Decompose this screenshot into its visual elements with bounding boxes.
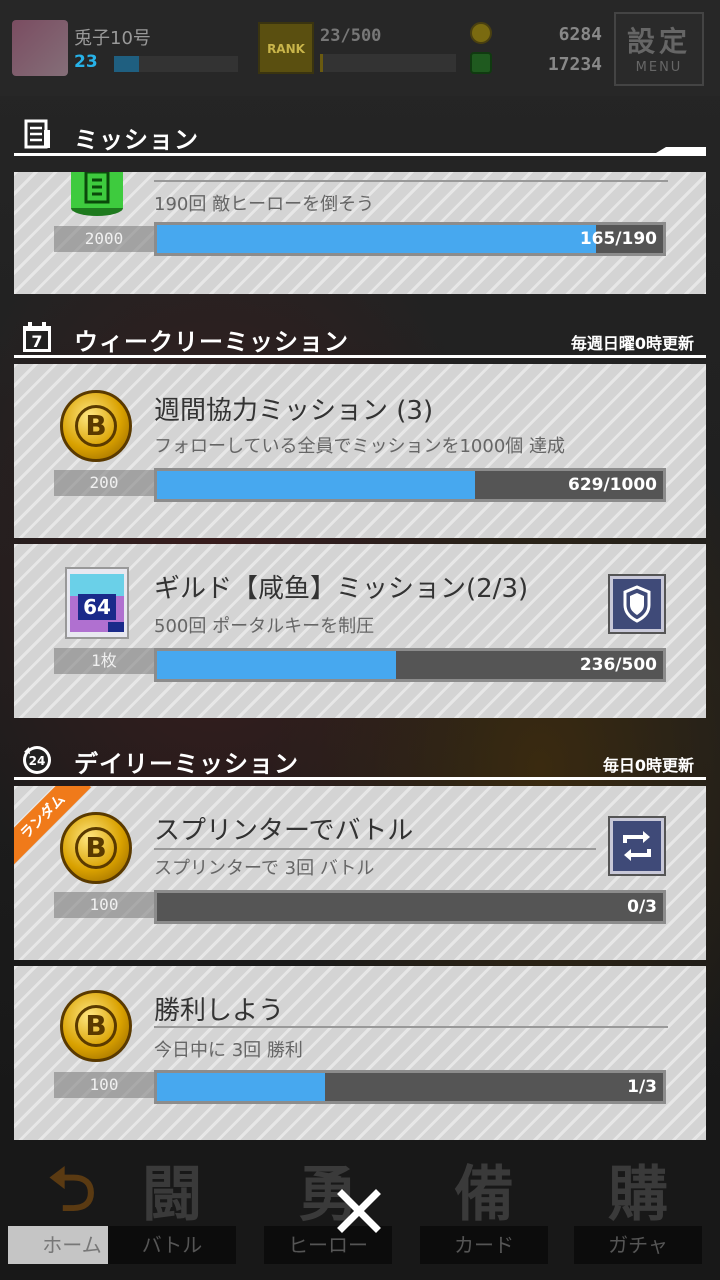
mission-desc: フォローしている全員でミッションを1000個 達成 (154, 436, 565, 457)
progress-fill (157, 471, 476, 499)
mission-title: 週間協力ミッション (3) (154, 396, 434, 426)
progress-text: 0/3 (627, 897, 657, 917)
player-name: 兎子10号 (74, 28, 151, 49)
shield-icon (623, 585, 651, 623)
mission-desc: 今日中に 3回 勝利 (154, 1040, 303, 1061)
gold-coin-icon: B (60, 812, 132, 884)
divider (14, 153, 706, 156)
weekly-header: 7 ウィークリーミッション 毎週日曜0時更新 (14, 314, 706, 358)
mission-card-guild[interactable]: 64 1枚 ギルド【咸鱼】ミッション(2/3) 500回 ポータルキーを制圧 2… (14, 544, 706, 718)
rank-badge: RANK (258, 22, 314, 74)
divider (14, 777, 706, 780)
guild-shield-button[interactable] (608, 574, 666, 634)
rank-value: 23/500 (320, 26, 382, 46)
daily-title: デイリーミッション (74, 750, 299, 778)
progress-fill (157, 651, 396, 679)
reward-amount: 100 (54, 1072, 154, 1098)
refresh-mission-button[interactable] (608, 816, 666, 876)
progress-bar: 629/1000 (154, 468, 666, 502)
weekly-update-note: 毎週日曜0時更新 (570, 334, 694, 353)
progress-text: 236/500 (579, 655, 657, 675)
gem-count: 17234 (547, 54, 602, 75)
nav-card[interactable]: 備 カード (412, 1140, 556, 1280)
reward-amount: 2000 (54, 226, 154, 252)
nav-label: バトル (108, 1226, 236, 1264)
rank-bar (320, 54, 456, 72)
settings-menu-button[interactable]: 設定 MENU (614, 12, 704, 86)
svg-text:24: 24 (29, 754, 46, 768)
title-underline (154, 1026, 668, 1028)
nav-label: ガチャ (574, 1226, 702, 1264)
document-icon (24, 119, 50, 149)
gacha-icon: 購 (608, 1160, 668, 1230)
mission-desc: 190回 敵ヒーローを倒そう (154, 194, 375, 215)
daily-update-note: 毎日0時更新 (602, 756, 694, 775)
green-token-icon (71, 172, 123, 216)
coin-count: 6284 (558, 24, 602, 45)
clock-24-icon: 24 (23, 746, 51, 774)
title-underline (154, 180, 668, 182)
player-level: 23 (74, 52, 98, 72)
menu-label: MENU (635, 60, 683, 75)
progress-fill (157, 1073, 326, 1101)
progress-text: 1/3 (627, 1077, 657, 1097)
xp-bar (114, 56, 238, 72)
divider (14, 355, 706, 358)
rank-bar-fill (320, 54, 323, 72)
settings-kanji: 設定 (626, 25, 691, 58)
progress-fill (157, 225, 597, 253)
mission-title: 勝利しよう (154, 996, 285, 1026)
mission-desc: 500回 ポータルキーを制圧 (154, 616, 375, 637)
refresh-icon (623, 831, 651, 861)
progress-text: 165/190 (579, 229, 657, 249)
gold-coin-icon: B (60, 390, 132, 462)
mission-card-hero-defeat[interactable]: 190回 敵ヒーローを倒そう 2000 165/190 (14, 172, 706, 294)
daily-header: 24 デイリーミッション 毎日0時更新 (14, 736, 706, 780)
battle-icon: 闘 (142, 1160, 202, 1230)
reward-amount: 100 (54, 892, 154, 918)
coin-icon (470, 22, 492, 44)
progress-bar: 165/190 (154, 222, 666, 256)
svg-text:7: 7 (31, 332, 42, 351)
progress-bar: 1/3 (154, 1070, 666, 1104)
nav-label: カード (420, 1226, 548, 1264)
gold-coin-icon: B (60, 990, 132, 1062)
gem-icon (470, 52, 492, 74)
weekly-title: ウィークリーミッション (74, 328, 349, 356)
mission-title: ギルド【咸鱼】ミッション(2/3) (154, 574, 529, 604)
mission-card-win[interactable]: B 100 勝利しよう 今日中に 3回 勝利 1/3 (14, 966, 706, 1140)
progress-bar: 236/500 (154, 648, 666, 682)
progress-text: 629/1000 (567, 475, 657, 495)
avatar[interactable] (12, 20, 68, 76)
missions-header: ミッション (14, 112, 706, 156)
mission-title: スプリンターでバトル (154, 816, 414, 846)
xp-bar-fill (114, 56, 139, 72)
svg-text:64: 64 (83, 595, 111, 619)
mission-desc: スプリンターで 3回 バトル (154, 858, 375, 879)
missions-title: ミッション (74, 126, 199, 154)
title-underline (154, 848, 596, 850)
progress-bar: 0/3 (154, 890, 666, 924)
mission-card-weekly-coop[interactable]: B 200 週間協力ミッション (3) フォローしている全員でミッションを100… (14, 364, 706, 538)
status-bar: 兎子10号 23 RANK 23/500 6284 17234 設定 MENU (0, 0, 720, 96)
nav-gacha[interactable]: 購 ガチャ (566, 1140, 710, 1280)
equip-icon: 備 (454, 1160, 514, 1230)
nav-battle[interactable]: 闘 バトル (100, 1140, 244, 1280)
close-icon[interactable] (334, 1186, 384, 1236)
divider-accent (656, 147, 706, 153)
portal-key-card-icon: 64 (65, 567, 129, 639)
calendar-icon: 7 (23, 322, 51, 352)
reward-amount: 1枚 (54, 648, 154, 674)
mission-card-splinter[interactable]: ランダム B 100 スプリンターでバトル スプリンターで 3回 バトル 0/3 (14, 786, 706, 960)
reward-amount: 200 (54, 470, 154, 496)
